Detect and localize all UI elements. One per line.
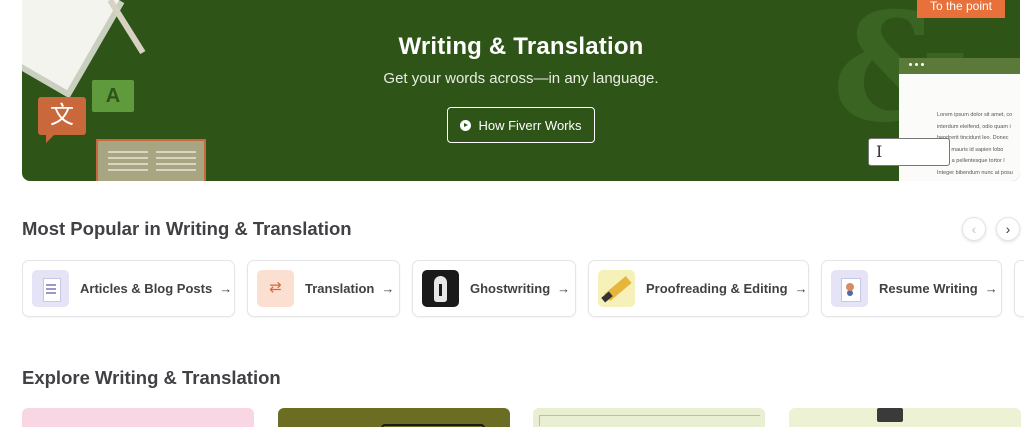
play-icon	[460, 119, 472, 131]
most-popular-title: Most Popular in Writing & Translation	[22, 218, 352, 239]
how-fiverr-works-label: How Fiverr Works	[478, 117, 582, 133]
explore-card[interactable]	[789, 408, 1021, 427]
arrow-right-icon: →	[219, 281, 233, 296]
arrow-right-icon: →	[794, 281, 808, 296]
explore-card[interactable]	[533, 408, 765, 427]
ghostwriting-icon	[422, 270, 459, 307]
hero-subtitle: Get your words across—in any language.	[383, 70, 659, 87]
category-label: Articles & Blog Posts	[80, 281, 213, 296]
chinese-character-icon: 文	[38, 97, 86, 143]
explore-card[interactable]	[22, 408, 254, 427]
popular-categories: Articles & Blog Posts → ⇄ Translation → …	[22, 260, 1024, 320]
chevron-right-icon: ›	[1005, 221, 1011, 237]
text-cursor-icon: I	[868, 138, 950, 166]
category-resume-writing[interactable]: Resume Writing →	[821, 260, 1002, 317]
category-label: Proofreading & Editing	[646, 281, 788, 296]
explore-cards	[22, 408, 1024, 427]
to-the-point-tag: To the point	[917, 0, 1005, 18]
chevron-left-icon: ‹	[971, 221, 977, 237]
hero-title: Writing & Translation	[398, 33, 644, 60]
category-translation[interactable]: ⇄ Translation →	[247, 260, 400, 317]
category-articles-blog-posts[interactable]: Articles & Blog Posts →	[22, 260, 235, 317]
translation-icon: ⇄	[257, 270, 294, 307]
category-label: Translation	[305, 281, 375, 296]
category-label: Resume Writing	[879, 281, 978, 296]
resume-icon	[831, 270, 868, 307]
text-card-illustration	[96, 139, 206, 181]
carousel-next-button[interactable]: ›	[996, 217, 1020, 241]
category-partial[interactable]	[1014, 260, 1024, 317]
explore-title: Explore Writing & Translation	[22, 367, 281, 388]
category-proofreading-editing[interactable]: Proofreading & Editing →	[588, 260, 809, 317]
arrow-right-icon: →	[557, 281, 571, 296]
carousel-prev-button[interactable]: ‹	[962, 217, 986, 241]
hero-banner: A 文 & Lorem ipsum dolor sit amet, co int…	[22, 0, 1020, 181]
articles-icon	[32, 270, 69, 307]
arrow-right-icon: →	[984, 281, 998, 296]
category-ghostwriting[interactable]: Ghostwriting →	[412, 260, 576, 317]
arrow-right-icon: →	[381, 281, 395, 296]
category-label: Ghostwriting	[470, 281, 551, 296]
explore-card[interactable]	[278, 408, 510, 427]
how-fiverr-works-button[interactable]: How Fiverr Works	[447, 107, 595, 143]
proofreading-icon	[598, 270, 635, 307]
